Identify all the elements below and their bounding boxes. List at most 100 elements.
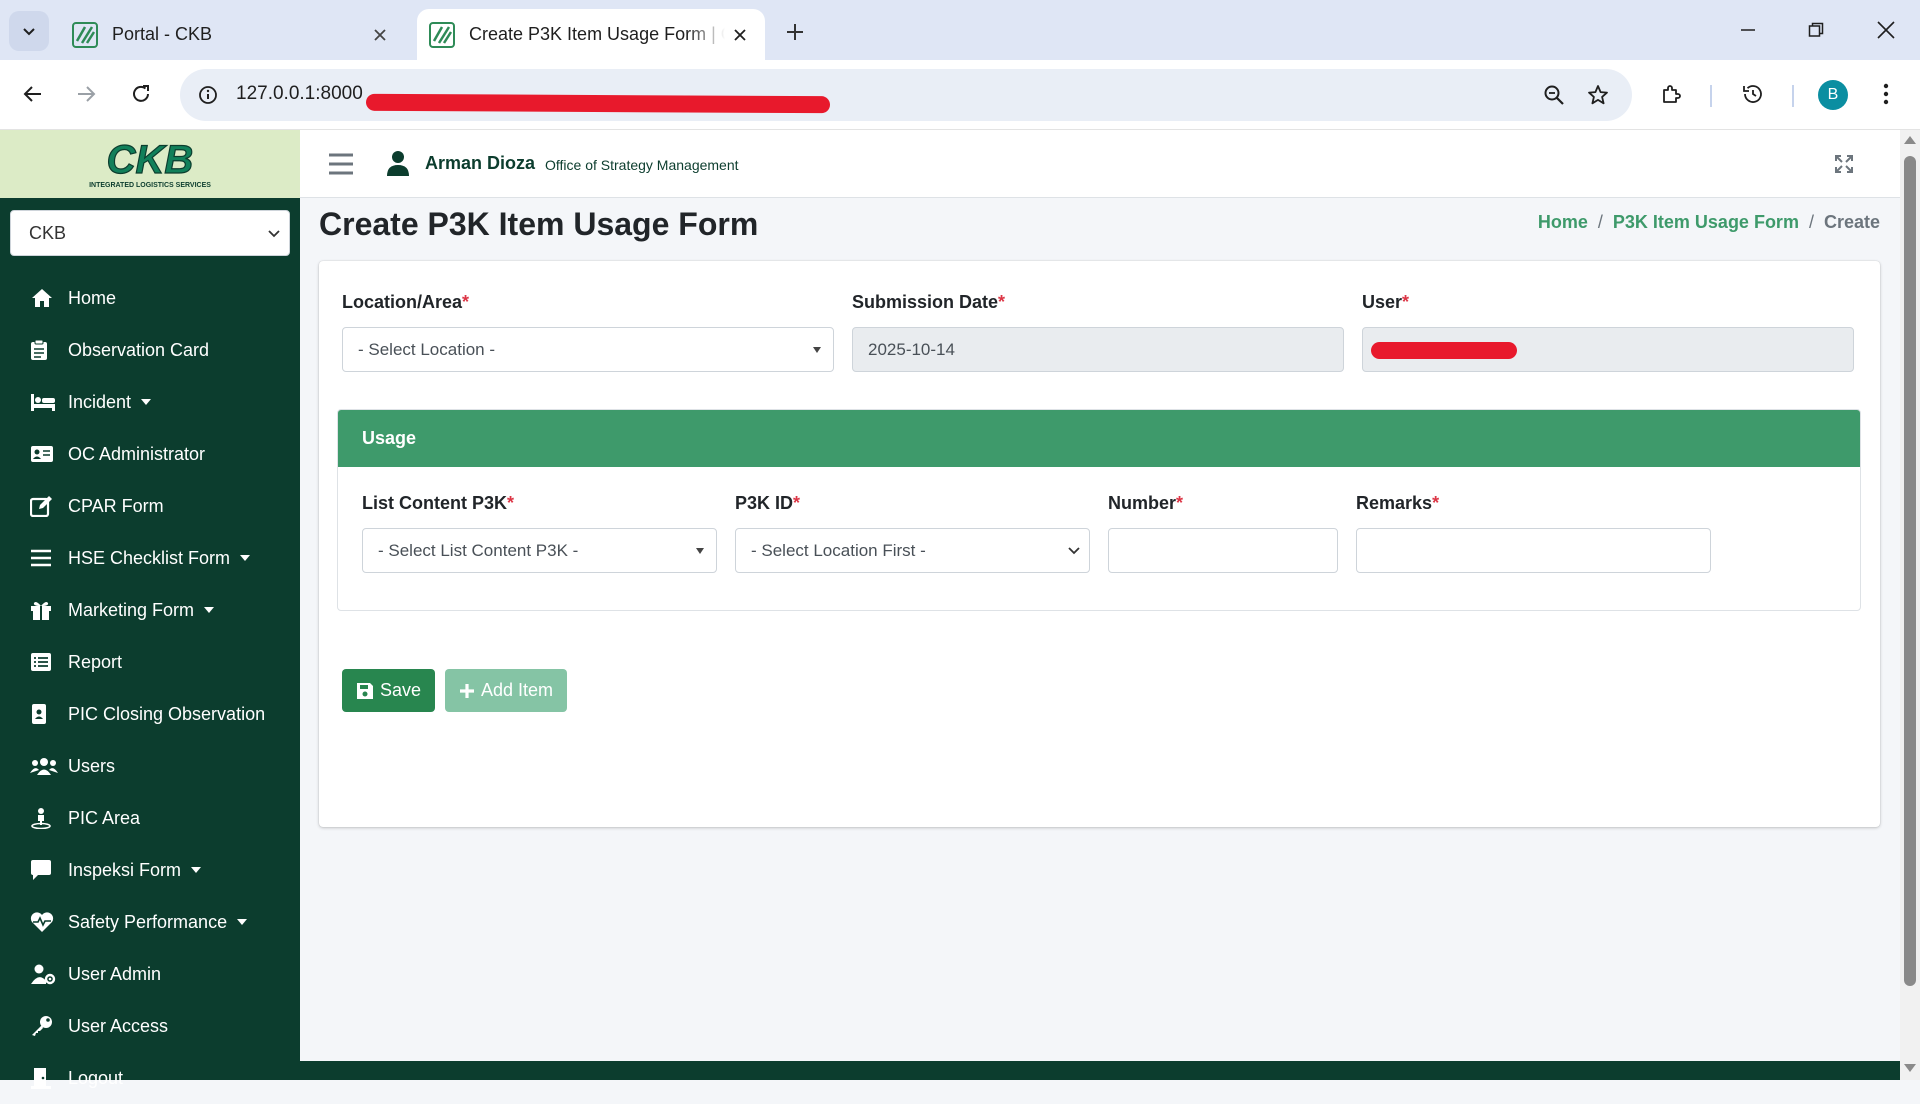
caret-down-icon — [240, 555, 251, 561]
sidebar-item-marketing-form[interactable]: Marketing Form — [0, 584, 300, 636]
toolbar-divider — [1792, 85, 1794, 107]
scroll-up-arrow-icon[interactable] — [1904, 136, 1916, 144]
home-icon — [30, 286, 60, 310]
sidebar-item-label: Logout — [68, 1067, 124, 1088]
footer-bar — [300, 1061, 1900, 1080]
breadcrumb-home[interactable]: Home — [1538, 212, 1588, 233]
breadcrumb-separator: / — [1597, 212, 1603, 232]
extensions-button[interactable] — [1652, 74, 1692, 114]
sidebar-item-user-admin[interactable]: User Admin — [0, 948, 300, 1000]
location-label: Location/Area* — [342, 292, 470, 312]
puzzle-icon — [1663, 85, 1681, 103]
back-button[interactable] — [13, 74, 53, 114]
sidebar-item-inspeksi-form[interactable]: Inspeksi Form — [0, 844, 300, 896]
sidebar-item-user-access[interactable]: User Access — [0, 1000, 300, 1052]
history-icon — [1743, 85, 1762, 103]
page-scrollbar[interactable] — [1900, 130, 1920, 1080]
door-icon — [30, 1066, 60, 1090]
arrow-right-icon — [78, 86, 96, 102]
p3k-id-select[interactable]: - Select Location First - — [735, 528, 1090, 573]
save-button[interactable]: Save — [342, 669, 436, 712]
p3k-id-label: P3K ID* — [735, 493, 801, 513]
menu-toggle-icon[interactable] — [328, 152, 354, 176]
plus-icon — [787, 24, 803, 40]
user-department: Office of Strategy Management — [545, 157, 739, 173]
scrollbar-thumb[interactable] — [1904, 156, 1916, 986]
sidebar-item-report[interactable]: Report — [0, 636, 300, 688]
expand-icon[interactable] — [1834, 154, 1854, 174]
key-icon — [30, 1014, 60, 1038]
browser-toolbar: 127.0.0.1:8000 — [0, 60, 1920, 130]
minimize-icon — [1741, 29, 1755, 31]
app-page: CKB INTEGRATED LOGISTICS SERVICES CKB Ho… — [0, 130, 1900, 1089]
forward-button[interactable] — [66, 74, 106, 114]
close-tab-icon[interactable] — [725, 20, 755, 50]
sidebar-item-label: User Admin — [68, 963, 162, 984]
top-navbar: Arman Dioza Office of Strategy Managemen… — [300, 130, 1900, 198]
user-field — [1362, 327, 1854, 372]
bookmark-star-icon[interactable] — [1584, 81, 1612, 109]
browser-tab-portal[interactable]: Portal - CKB — [60, 9, 405, 60]
menu-button[interactable] — [1866, 74, 1906, 114]
report-list-icon — [30, 650, 60, 674]
page-title: Create P3K Item Usage Form — [319, 206, 759, 242]
sidebar-item-home[interactable]: Home — [0, 272, 300, 324]
remarks-label: Remarks* — [1356, 493, 1440, 513]
bed-icon — [30, 390, 60, 414]
id-card-icon — [30, 442, 60, 466]
brand-logo[interactable]: CKB INTEGRATED LOGISTICS SERVICES — [0, 130, 300, 198]
user-area-icon — [30, 806, 60, 830]
sidebar-item-logout[interactable]: Logout — [0, 1052, 300, 1104]
history-button[interactable] — [1733, 74, 1773, 114]
profile-avatar[interactable]: B — [1818, 80, 1848, 110]
sidebar-item-label: Observation Card — [68, 339, 210, 360]
sidebar-item-cpar-form[interactable]: CPAR Form — [0, 480, 300, 532]
form-card: Location/Area* - Select Location - Submi… — [319, 261, 1880, 827]
sidebar-item-incident[interactable]: Incident — [0, 376, 300, 428]
sidebar-item-hse-checklist-form[interactable]: HSE Checklist Form — [0, 532, 300, 584]
add-item-button[interactable]: Add Item — [445, 669, 568, 712]
company-select[interactable]: CKB — [10, 210, 290, 256]
submission-date-field: 2025-10-14 — [852, 327, 1344, 372]
restore-button[interactable] — [1792, 10, 1840, 50]
close-window-button[interactable] — [1862, 10, 1910, 50]
breadcrumb-separator: / — [1808, 212, 1814, 232]
edit-icon — [30, 494, 60, 518]
location-select[interactable]: - Select Location - — [342, 327, 834, 372]
sidebar-item-label: OC Administrator — [68, 443, 206, 464]
company-select-value: CKB — [29, 223, 67, 243]
close-tab-icon[interactable] — [365, 20, 395, 50]
sidebar-item-pic-area[interactable]: PIC Area — [0, 792, 300, 844]
plus-icon — [460, 683, 474, 698]
remarks-input[interactable] — [1356, 528, 1711, 573]
minimize-button[interactable] — [1724, 10, 1772, 50]
list-content-p3k-select[interactable]: - Select List Content P3K - — [362, 528, 717, 573]
address-bar[interactable]: 127.0.0.1:8000 — [180, 69, 1632, 121]
sidebar-item-pic-closing-observation[interactable]: PIC Closing Observation — [0, 688, 300, 740]
number-input[interactable] — [1108, 528, 1338, 573]
sidebar-nav: Home Observation Card Incident OC Admini… — [0, 272, 300, 1104]
sidebar-item-safety-performance[interactable]: Safety Performance — [0, 896, 300, 948]
scroll-down-arrow-icon[interactable] — [1904, 1064, 1916, 1072]
sidebar-item-oc-administrator[interactable]: OC Administrator — [0, 428, 300, 480]
logo-wordmark: CKB — [107, 138, 194, 182]
sidebar-item-label: CPAR Form — [68, 495, 164, 516]
redaction-mark — [365, 93, 831, 114]
breadcrumb: Home / P3K Item Usage Form / Create — [1538, 212, 1880, 233]
breadcrumb-p3k-item-usage-form[interactable]: P3K Item Usage Form — [1613, 212, 1799, 233]
ckb-logo: CKB INTEGRATED LOGISTICS SERVICES — [89, 137, 211, 189]
sidebar-item-observation-card[interactable]: Observation Card — [0, 324, 300, 376]
sidebar-item-users[interactable]: Users — [0, 740, 300, 792]
new-tab-button[interactable] — [777, 14, 813, 50]
comment-icon — [30, 858, 60, 882]
usage-card-header: Usage — [338, 410, 1860, 467]
site-info-icon[interactable] — [194, 81, 222, 109]
tab-search-button[interactable] — [9, 11, 49, 51]
zoom-icon[interactable] — [1540, 81, 1568, 109]
caret-down-icon — [191, 867, 202, 873]
usage-card: Usage List Content P3K* - Select List Co… — [337, 409, 1861, 611]
reload-button[interactable] — [121, 74, 161, 114]
gift-icon — [30, 598, 60, 622]
p3k-id-value: - Select Location First - — [751, 541, 926, 560]
browser-tab-create-form[interactable]: Create P3K Item Usage Form | CKB — [417, 9, 765, 60]
